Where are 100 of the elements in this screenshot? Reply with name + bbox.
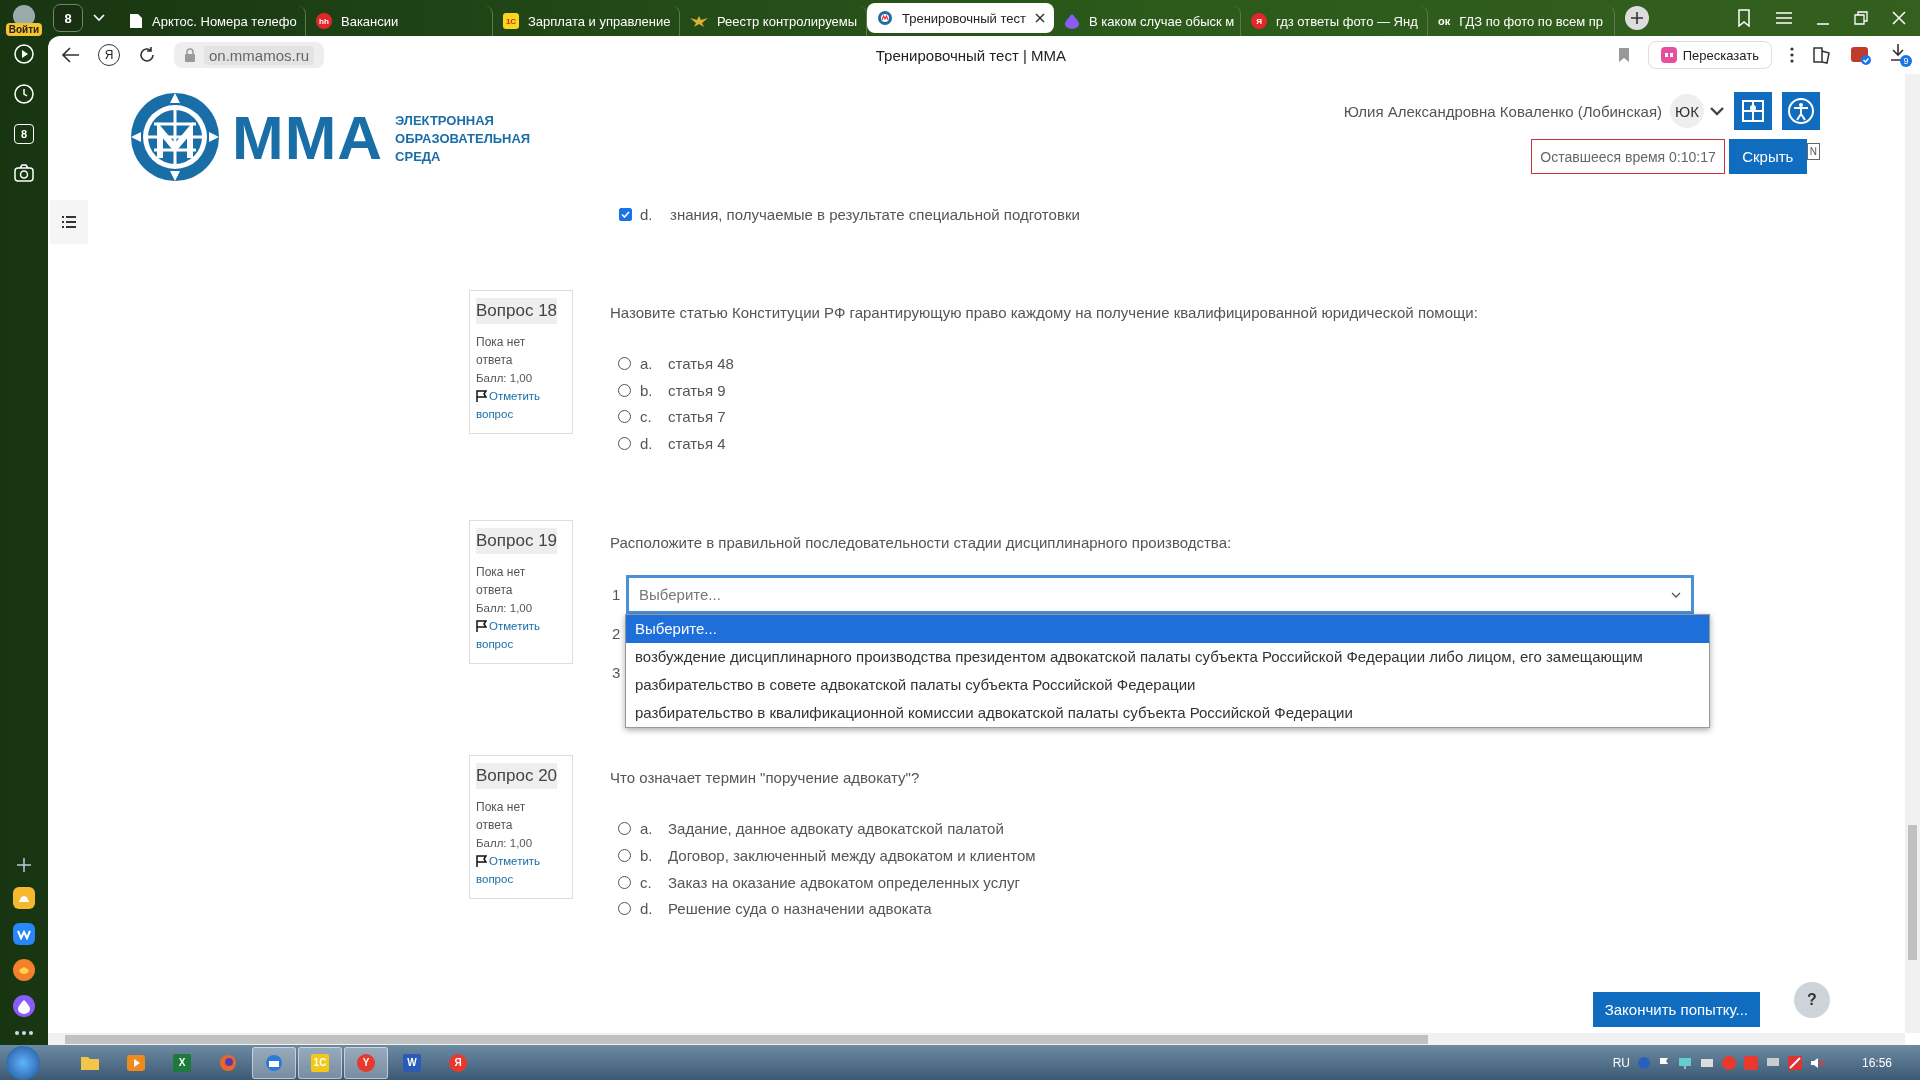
app-icon: X: [173, 1053, 191, 1072]
document-icon: [129, 13, 143, 29]
app-icon[interactable]: [13, 887, 35, 909]
toolbar-button[interactable]: [1734, 92, 1772, 130]
player-icon: [126, 1053, 146, 1072]
accessibility-button[interactable]: [1782, 92, 1820, 130]
option-letter: a.: [639, 820, 654, 838]
clock-icon[interactable]: [14, 84, 34, 104]
flag-link[interactable]: Отметить вопрос: [476, 387, 566, 423]
site-logo-icon: ок: [1438, 15, 1451, 27]
question-status: Пока нет ответа: [476, 564, 527, 600]
dropdown-option[interactable]: возбуждение дисциплинарного производства президентом адвокатской палаты субъекта Российской Федерации либо лицом, его замещающим: [626, 643, 1709, 672]
flag-icon: [476, 390, 487, 402]
reload-icon[interactable]: [138, 46, 156, 64]
drop-icon: [1064, 13, 1080, 29]
option-text: статья 4: [668, 435, 726, 453]
close-icon[interactable]: [1034, 13, 1045, 23]
scrollbar[interactable]: [48, 1033, 1905, 1045]
question-status: Пока нет ответа: [476, 334, 527, 369]
profile-button[interactable]: Войти: [2, 0, 46, 36]
option-text: статья 7: [668, 408, 726, 426]
finish-button[interactable]: Закончить попытку...: [1592, 992, 1760, 1028]
dropdown-option[interactable]: Выберите...: [626, 615, 1709, 644]
lock-icon: [184, 48, 196, 62]
question-number: Вопрос 19: [476, 528, 558, 555]
flag-link[interactable]: Отметить вопрос: [476, 852, 566, 889]
collections-icon[interactable]: [1812, 45, 1832, 65]
option-letter: d.: [639, 435, 654, 453]
question-grade: Балл: 1,00: [476, 371, 534, 386]
more-icon[interactable]: [15, 1031, 33, 1035]
menu-icon[interactable]: [1776, 12, 1792, 24]
language-indicator[interactable]: RU: [1612, 1055, 1630, 1070]
question-number: Вопрос 20: [476, 763, 558, 790]
chevron-down-icon[interactable]: [1710, 106, 1724, 116]
scrollbar-thumb[interactable]: [1908, 825, 1917, 960]
page-title: Тренировочный тест | ММА: [874, 46, 1067, 64]
option-letter: b.: [639, 381, 654, 399]
start-button[interactable]: [6, 1045, 40, 1080]
globe-icon: [219, 1053, 237, 1072]
retell-button[interactable]: Пересказать: [1647, 41, 1772, 69]
play-icon[interactable]: [14, 44, 34, 64]
checkbox[interactable]: [619, 207, 632, 221]
taskbar-app[interactable]: X: [160, 1046, 204, 1079]
bookmarks-icon[interactable]: [1736, 9, 1752, 27]
scrollbar-thumb[interactable]: [65, 1034, 1428, 1044]
site-logo-icon: Я: [1251, 13, 1267, 29]
counter-button[interactable]: 8: [14, 124, 34, 144]
question-number: Вопрос 18: [476, 298, 558, 324]
tab-counter[interactable]: 8: [53, 4, 83, 32]
row-number: 3: [611, 664, 622, 682]
hide-button[interactable]: Скрыть: [1728, 139, 1807, 174]
back-icon[interactable]: [62, 47, 80, 63]
question-grade: Балл: 1,00: [476, 601, 534, 617]
app-icon[interactable]: [13, 959, 35, 981]
browser-tab[interactable]: Тренировочный тест: [867, 3, 1054, 33]
taskbar-app[interactable]: [252, 1046, 296, 1079]
option-text: статья 9: [668, 381, 726, 399]
row-number: 1: [611, 586, 622, 604]
option-letter: c.: [639, 408, 653, 426]
site-logo-icon: hh: [316, 13, 332, 29]
option-letter: a.: [639, 354, 654, 372]
option-letter: d.: [639, 900, 654, 918]
plus-icon[interactable]: [16, 857, 32, 873]
camera-icon[interactable]: [14, 164, 34, 182]
row-number: 2: [611, 625, 622, 643]
option-text: статья 48: [668, 354, 734, 372]
timer-text: Оставшееся время 0:10:17: [1531, 139, 1725, 174]
speaker-icon[interactable]: [1809, 1056, 1824, 1069]
app-icon[interactable]: [13, 995, 35, 1017]
plus-icon: [1631, 12, 1643, 24]
question-text: Назовите статью Конституции РФ гарантирующую право каждому на получение квалифицированной юридической помощи:: [610, 303, 1479, 323]
option-text: знания, получаемые в результате специальной подготовки: [670, 205, 1080, 223]
taskbar-app[interactable]: Я: [436, 1046, 480, 1079]
downloads-button[interactable]: 9: [1890, 43, 1912, 67]
count-badge: 9: [1900, 55, 1912, 67]
app-icon: Я: [449, 1053, 467, 1072]
address-field[interactable]: on.mmamos.ru: [174, 42, 325, 68]
taskbar-app[interactable]: W: [390, 1046, 434, 1079]
user-avatar[interactable]: ЮК: [1670, 94, 1704, 128]
select-field[interactable]: Выберите...: [626, 575, 1694, 615]
user-name[interactable]: Юлия Александровна Коваленко (Лобинская): [1343, 102, 1662, 120]
option-letter: b.: [639, 846, 654, 864]
emblem-icon: [690, 15, 708, 27]
app-icon: W: [403, 1053, 421, 1072]
dropdown-option[interactable]: разбирательство в совете адвокатской палаты субъекта Российской Федерации: [626, 671, 1709, 700]
more-icon[interactable]: [1790, 47, 1794, 63]
extension-icon[interactable]: [1850, 45, 1872, 65]
drawer-button[interactable]: [50, 200, 88, 244]
restore-icon[interactable]: [1854, 11, 1868, 25]
bookmark-icon[interactable]: [1617, 47, 1630, 63]
option-letter: d.: [640, 205, 654, 223]
taskbar-app[interactable]: Y: [344, 1046, 388, 1079]
scrollbar[interactable]: [1905, 74, 1920, 1033]
option-text: Договор, заключенный между адвокатом и клиентом: [668, 846, 1036, 864]
flag-link[interactable]: Отметить вопрос: [476, 617, 566, 654]
new-tab-button[interactable]: [1625, 6, 1649, 30]
help-button[interactable]: ?: [1794, 982, 1830, 1019]
app-icon[interactable]: [13, 923, 35, 945]
check-icon: [621, 210, 630, 218]
dropdown-option[interactable]: разбирательство в квалификационной комиссии адвокатской палаты субъекта Российской Федерации: [626, 699, 1709, 728]
